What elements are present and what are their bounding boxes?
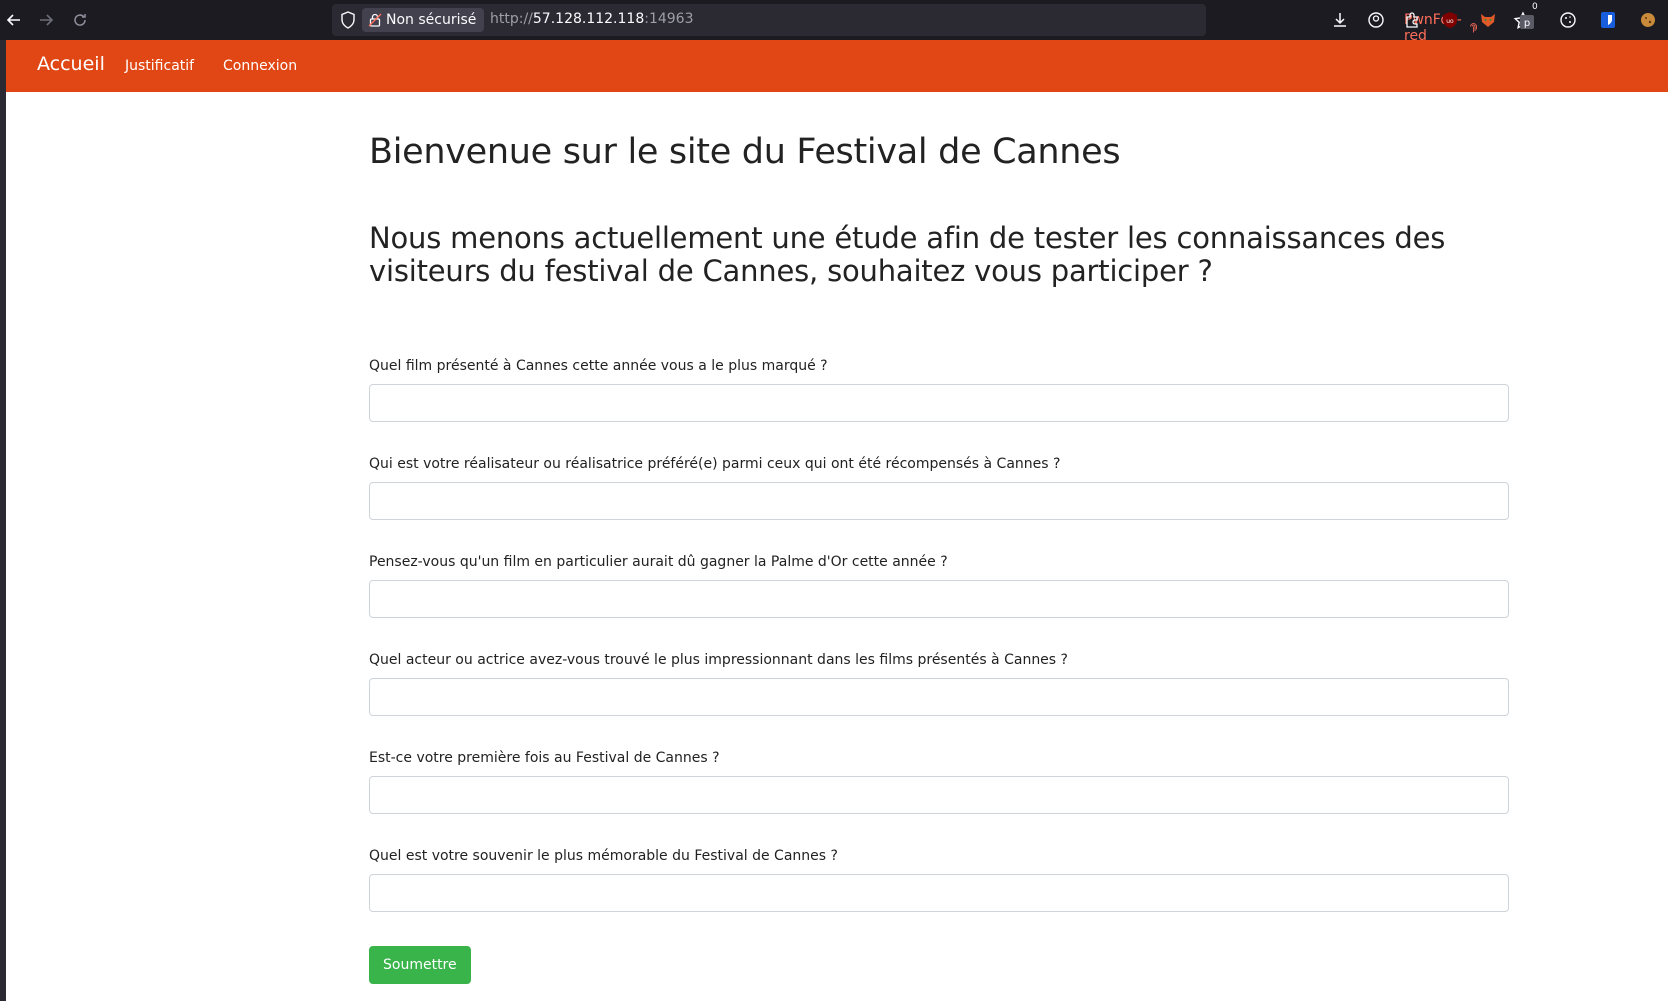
answer-input-5[interactable] xyxy=(369,776,1509,814)
url-host: 57.128.112.118 xyxy=(532,11,645,27)
security-label: Non sécurisé xyxy=(386,12,477,28)
bitwarden-icon[interactable] xyxy=(1596,8,1620,32)
url-text[interactable]: http://57.128.112.118:14963 xyxy=(490,11,694,27)
question-label: Quel acteur ou actrice avez-vous trouvé … xyxy=(369,652,1068,668)
svg-text:p: p xyxy=(1524,18,1530,29)
svg-text:uo: uo xyxy=(1446,18,1454,25)
question-label: Est-ce votre première fois au Festival d… xyxy=(369,750,720,766)
question-3: Pensez-vous qu'un film en particulier au… xyxy=(369,552,1509,618)
security-indicator[interactable]: Non sécurisé xyxy=(362,8,485,32)
site-navbar: Accueil Justificatif Connexion xyxy=(6,40,1668,92)
forward-button[interactable] xyxy=(32,6,60,34)
reload-button[interactable] xyxy=(66,6,94,34)
ublock-icon[interactable]: uo xyxy=(1438,8,1462,32)
nav-link-connexion[interactable]: Connexion xyxy=(223,58,297,74)
cookie-icon[interactable] xyxy=(1556,8,1580,32)
question-5: Est-ce votre première fois au Festival d… xyxy=(369,748,1509,814)
main-content: Bienvenue sur le site du Festival de Can… xyxy=(369,132,1509,984)
submit-button[interactable]: Soumettre xyxy=(369,946,471,984)
extension-p-icon[interactable]: p 0 xyxy=(1516,2,1540,32)
extension-badge: 0 xyxy=(1532,2,1538,12)
pwnfox-icon[interactable] xyxy=(1476,8,1500,32)
answer-input-3[interactable] xyxy=(369,580,1509,618)
url-bar[interactable]: Non sécurisé http://57.128.112.118:14963… xyxy=(332,4,1533,44)
page-title: Bienvenue sur le site du Festival de Can… xyxy=(369,132,1121,172)
question-1: Quel film présenté à Cannes cette année … xyxy=(369,356,1509,422)
page-viewport: Accueil Justificatif Connexion Bienvenue… xyxy=(6,40,1668,1001)
question-2: Qui est votre réalisateur ou réalisatric… xyxy=(369,454,1509,520)
question-label: Qui est votre réalisateur ou réalisatric… xyxy=(369,456,1061,472)
answer-input-2[interactable] xyxy=(369,482,1509,520)
arrow-right-icon xyxy=(40,14,54,26)
lock-insecure-icon xyxy=(368,13,382,27)
extension-cookie-icon[interactable] xyxy=(1636,8,1660,32)
answer-input-4[interactable] xyxy=(369,678,1509,716)
url-prefix: http:// xyxy=(490,11,533,27)
page-subtitle: Nous menons actuellement une étude afin … xyxy=(369,221,1446,288)
question-label: Quel film présenté à Cannes cette année … xyxy=(369,358,828,374)
shield-icon[interactable] xyxy=(338,10,358,30)
question-label: Pensez-vous qu'un film en particulier au… xyxy=(369,554,948,570)
nav-link-justificatif[interactable]: Justificatif xyxy=(125,58,194,74)
arrow-left-icon xyxy=(6,14,20,26)
back-button[interactable] xyxy=(0,6,28,34)
extensions-puzzle-icon[interactable] xyxy=(1400,8,1424,32)
question-4: Quel acteur ou actrice avez-vous trouvé … xyxy=(369,650,1509,716)
answer-input-6[interactable] xyxy=(369,874,1509,912)
nav-brand-accueil[interactable]: Accueil xyxy=(37,53,105,75)
account-icon[interactable] xyxy=(1364,8,1388,32)
question-label: Quel est votre souvenir le plus mémorabl… xyxy=(369,848,838,864)
downloads-icon[interactable] xyxy=(1328,8,1352,32)
browser-toolbar: Non sécurisé http://57.128.112.118:14963… xyxy=(0,0,1668,44)
question-6: Quel est votre souvenir le plus mémorabl… xyxy=(369,846,1509,912)
url-port: :14963 xyxy=(644,11,694,27)
reload-icon xyxy=(74,14,86,26)
answer-input-1[interactable] xyxy=(369,384,1509,422)
